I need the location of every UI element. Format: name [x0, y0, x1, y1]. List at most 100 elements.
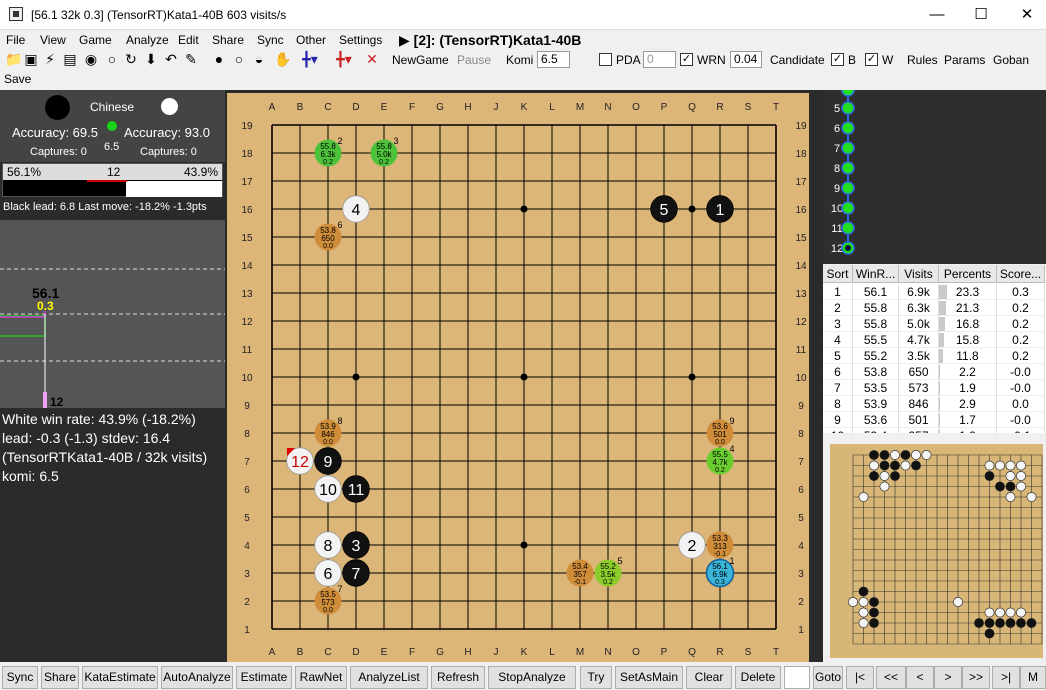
table-cell[interactable]: 55.8 — [853, 316, 899, 332]
delete-mark-icon[interactable]: ✕ — [364, 51, 380, 67]
bottom-button[interactable]: KataEstimate — [82, 666, 158, 689]
table-cell[interactable]: 357 — [899, 428, 939, 433]
menu-game[interactable]: Game — [79, 33, 112, 47]
table-cell[interactable]: 53.4 — [853, 428, 899, 433]
table-cell[interactable]: 7 — [823, 380, 853, 396]
table-cell[interactable]: 0.2 — [997, 316, 1045, 332]
w-checkbox[interactable]: ✓ — [865, 53, 878, 66]
table-cell[interactable]: 53.6 — [853, 412, 899, 428]
winrate-graph[interactable]: 56.1 0.3 12 — [0, 220, 225, 409]
bottom-button[interactable]: >| — [992, 666, 1020, 689]
newgame-button[interactable]: NewGame — [392, 53, 449, 67]
save-button[interactable]: Save — [4, 72, 31, 86]
table-cell[interactable]: 0.3 — [997, 284, 1045, 300]
table-cell[interactable]: 10 — [823, 428, 853, 433]
table-cell[interactable]: 53.8 — [853, 364, 899, 380]
table-cell[interactable]: 846 — [899, 396, 939, 412]
bottom-button[interactable]: SetAsMain — [615, 666, 683, 689]
table-cell[interactable]: 3.5k — [899, 348, 939, 364]
circle-icon[interactable]: ○ — [104, 51, 120, 67]
table-cell[interactable]: 5 — [823, 348, 853, 364]
close-icon[interactable]: ✕ — [1012, 4, 1042, 26]
bottom-button[interactable]: Delete — [735, 666, 781, 689]
table-cell[interactable]: -0.0 — [997, 412, 1045, 428]
table-cell[interactable]: 650 — [899, 364, 939, 380]
mini-board[interactable] — [830, 444, 1043, 658]
alternate-stone-icon[interactable]: ◒ — [251, 51, 267, 67]
table-header[interactable]: Score... — [997, 265, 1045, 283]
menu-analyze[interactable]: Analyze — [126, 33, 169, 47]
mark-blue-icon[interactable]: ╋▾ — [302, 51, 318, 67]
menu-share[interactable]: Share — [212, 33, 244, 47]
engine-title[interactable]: ▶ [2]: (TensorRT)Kata1-40B — [399, 32, 581, 49]
table-cell[interactable]: 3 — [823, 316, 853, 332]
white-stone-icon[interactable]: ○ — [231, 51, 247, 67]
down-arrow-icon[interactable]: ⬇ — [143, 51, 159, 67]
save-icon[interactable]: ▣ — [23, 51, 39, 67]
bottom-button[interactable]: >> — [962, 666, 990, 689]
table-cell[interactable]: 56.1 — [853, 284, 899, 300]
bottom-button[interactable]: M — [1020, 666, 1046, 689]
table-cell[interactable]: 0.2 — [997, 332, 1045, 348]
minimize-icon[interactable]: — — [922, 4, 952, 26]
pda-checkbox[interactable] — [599, 53, 612, 66]
table-cell[interactable]: 55.2 — [853, 348, 899, 364]
pda-input[interactable]: 0 — [643, 51, 676, 68]
bottom-button[interactable]: Estimate — [236, 666, 292, 689]
bottom-button[interactable]: Try — [580, 666, 612, 689]
bottom-button[interactable]: << — [876, 666, 906, 689]
rules-button[interactable]: Rules — [907, 53, 938, 67]
undo-icon[interactable]: ↶ — [163, 51, 179, 67]
table-cell[interactable]: 1 — [823, 284, 853, 300]
rotate-icon[interactable]: ↻ — [123, 51, 139, 67]
table-header[interactable]: Percents — [939, 265, 997, 283]
table-cell[interactable]: 6.3k — [899, 300, 939, 316]
table-cell[interactable]: 6.9k — [899, 284, 939, 300]
chart-icon[interactable]: ▤ — [62, 51, 78, 67]
menu-file[interactable]: File — [6, 33, 25, 47]
table-cell[interactable]: 0.0 — [997, 396, 1045, 412]
table-cell[interactable]: 1.9 — [939, 380, 997, 396]
params-button[interactable]: Params — [944, 53, 985, 67]
bottom-button[interactable]: RawNet — [295, 666, 347, 689]
bottom-button[interactable]: StopAnalyze — [488, 666, 576, 689]
table-cell[interactable]: -0.0 — [997, 380, 1045, 396]
table-cell[interactable]: 23.3 — [939, 284, 997, 300]
menu-other[interactable]: Other — [296, 33, 326, 47]
table-cell[interactable]: 2 — [823, 300, 853, 316]
table-cell[interactable]: 9 — [823, 412, 853, 428]
goban-button[interactable]: Goban — [993, 53, 1029, 67]
table-cell[interactable]: 501 — [899, 412, 939, 428]
bottom-button[interactable]: Clear — [686, 666, 732, 689]
flash-icon[interactable]: ⚡ — [42, 51, 58, 67]
table-header[interactable]: Sort — [823, 265, 853, 283]
bottom-button[interactable]: AnalyzeList — [350, 666, 428, 689]
analyze-icon[interactable]: ◉ — [83, 51, 99, 67]
goto-move-input[interactable] — [784, 666, 810, 689]
bottom-button[interactable]: Share — [41, 666, 79, 689]
bottom-button[interactable]: Goto — [813, 666, 843, 689]
table-cell[interactable]: 55.8 — [853, 300, 899, 316]
bottom-button[interactable]: Sync — [2, 666, 38, 689]
go-board[interactable]: AABBCCDDEEFFGGHHJJKKLLMMNNOOPPQQRRSSTT19… — [225, 90, 823, 662]
pause-button[interactable]: Pause — [457, 53, 491, 67]
table-header[interactable]: WinR... — [853, 265, 899, 283]
table-cell[interactable]: 5.0k — [899, 316, 939, 332]
bottom-button[interactable]: < — [906, 666, 934, 689]
table-cell[interactable]: 15.8 — [939, 332, 997, 348]
bottom-button[interactable]: Refresh — [431, 666, 485, 689]
table-cell[interactable]: 8 — [823, 396, 853, 412]
table-cell[interactable]: 4 — [823, 332, 853, 348]
bottom-button[interactable]: AutoAnalyze — [161, 666, 233, 689]
table-cell[interactable]: 0.2 — [997, 348, 1045, 364]
table-cell[interactable]: -0.0 — [997, 364, 1045, 380]
table-cell[interactable]: 4.7k — [899, 332, 939, 348]
hand-icon[interactable]: ✋ — [274, 51, 291, 67]
menu-view[interactable]: View — [40, 33, 66, 47]
table-cell[interactable]: 1.7 — [939, 412, 997, 428]
menu-settings[interactable]: Settings — [339, 33, 382, 47]
table-cell[interactable]: 16.8 — [939, 316, 997, 332]
table-cell[interactable]: 573 — [899, 380, 939, 396]
table-cell[interactable]: 11.8 — [939, 348, 997, 364]
mark-red-icon[interactable]: ╋▾ — [336, 51, 352, 67]
